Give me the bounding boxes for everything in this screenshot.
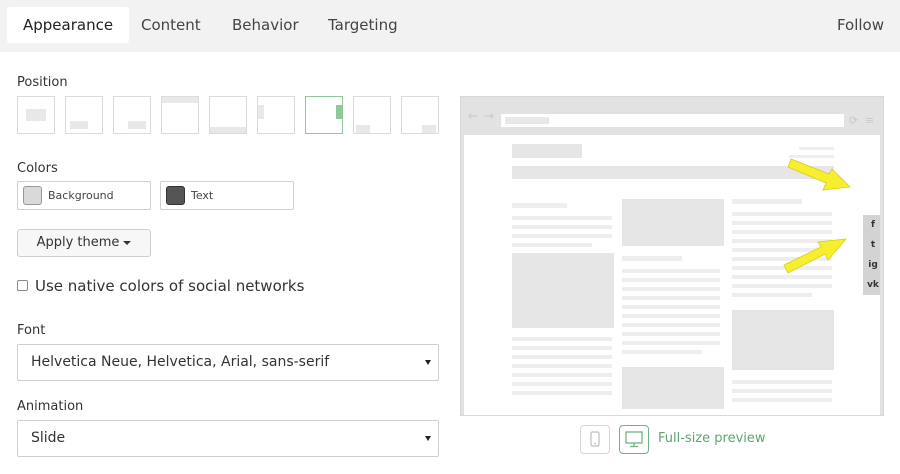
text-color-button[interactable]: Text bbox=[160, 181, 294, 210]
desktop-preview-button[interactable] bbox=[619, 425, 649, 454]
yellow-arrow-icon bbox=[787, 158, 851, 191]
apply-theme-button[interactable]: Apply theme bbox=[17, 229, 151, 257]
full-size-preview-link[interactable]: Full-size preview bbox=[658, 431, 766, 446]
position-option-top-bar[interactable] bbox=[161, 96, 199, 134]
preview-panel: ← → ⟳ ≡ f t ig vk bbox=[460, 96, 884, 416]
position-option-right-side[interactable] bbox=[305, 96, 343, 134]
position-option-bottom-left-corner[interactable] bbox=[353, 96, 391, 134]
background-color-swatch bbox=[23, 186, 42, 205]
background-color-button[interactable]: Background bbox=[17, 181, 151, 210]
font-label: Font bbox=[17, 323, 46, 338]
font-select[interactable]: Helvetica Neue, Helvetica, Arial, sans-s… bbox=[17, 344, 439, 381]
tab-behavior[interactable]: Behavior bbox=[216, 7, 315, 43]
position-option-bottom-right[interactable] bbox=[113, 96, 151, 134]
mobile-icon bbox=[590, 431, 600, 447]
mobile-preview-button[interactable] bbox=[580, 425, 610, 454]
tab-appearance[interactable]: Appearance bbox=[7, 7, 130, 43]
font-select-value: Helvetica Neue, Helvetica, Arial, sans-s… bbox=[31, 354, 330, 370]
tab-bar: Appearance Content Behavior Targeting Fo… bbox=[0, 0, 900, 52]
colors-label: Colors bbox=[17, 161, 58, 176]
desktop-icon bbox=[625, 431, 643, 448]
position-option-bottom-bar[interactable] bbox=[209, 96, 247, 134]
tab-follow[interactable]: Follow bbox=[837, 7, 884, 43]
position-option-bottom-left[interactable] bbox=[65, 96, 103, 134]
position-option-left-side[interactable] bbox=[257, 96, 295, 134]
highlight-arrows bbox=[783, 158, 851, 274]
position-options bbox=[17, 96, 442, 134]
yellow-arrow-icon bbox=[783, 238, 847, 274]
text-color-swatch bbox=[166, 186, 185, 205]
native-colors-checkbox[interactable] bbox=[17, 280, 28, 291]
text-color-label: Text bbox=[191, 189, 214, 202]
position-option-bottom-right-corner[interactable] bbox=[401, 96, 439, 134]
dropdown-arrow-icon bbox=[425, 360, 431, 365]
caret-down-icon bbox=[123, 240, 132, 245]
dropdown-arrow-icon bbox=[425, 436, 431, 441]
position-option-center[interactable] bbox=[17, 96, 55, 134]
animation-label: Animation bbox=[17, 399, 84, 414]
apply-theme-label: Apply theme bbox=[36, 235, 120, 250]
tab-content[interactable]: Content bbox=[125, 7, 217, 43]
position-label: Position bbox=[17, 75, 68, 90]
tab-targeting[interactable]: Targeting bbox=[312, 7, 414, 43]
animation-select-value: Slide bbox=[31, 430, 66, 446]
background-color-label: Background bbox=[48, 189, 114, 202]
native-colors-label[interactable]: Use native colors of social networks bbox=[35, 276, 304, 296]
animation-select[interactable]: Slide bbox=[17, 420, 439, 457]
